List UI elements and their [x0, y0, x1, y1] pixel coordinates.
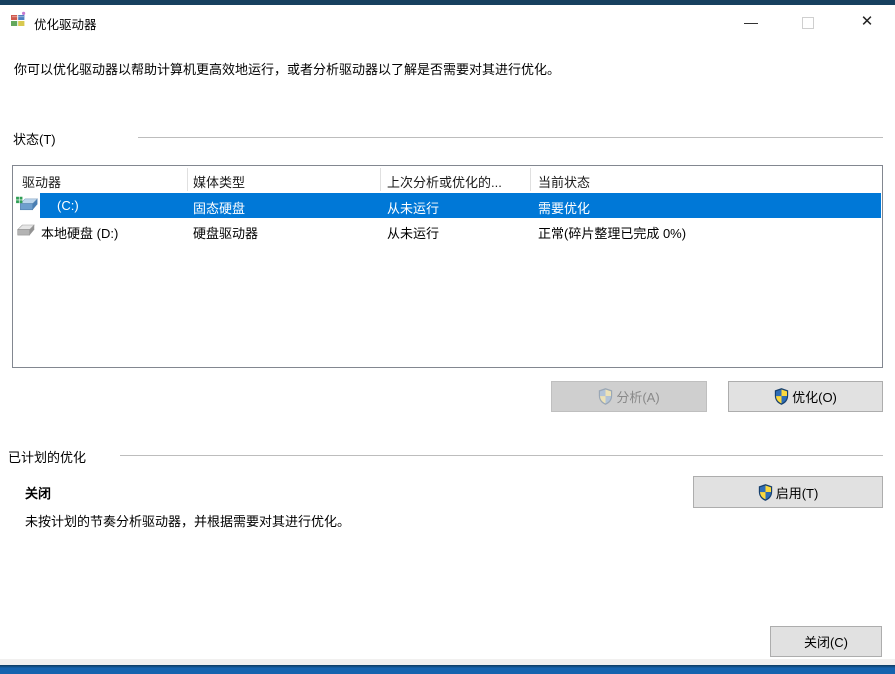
- defrag-app-icon: [11, 11, 26, 26]
- scheduled-section-label: 已计划的优化: [8, 450, 87, 465]
- window-title: 优化驱动器: [34, 18, 97, 32]
- cell-last-run: 从未运行: [387, 226, 440, 241]
- analyze-button-label: 分析(A): [616, 390, 660, 405]
- optimize-drives-dialog: { "titlebar": { "title": "优化驱动器", "minim…: [0, 0, 895, 674]
- uac-shield-icon: [599, 388, 613, 405]
- cell-status: 正常(碎片整理已完成 0%): [538, 226, 687, 241]
- status-section-rule: [138, 137, 883, 138]
- uac-shield-icon: [758, 483, 772, 501]
- cell-media-type: 硬盘驱动器: [193, 226, 259, 241]
- drives-list[interactable]: 驱动器 媒体类型 上次分析或优化的... 当前状态 (C:) 固态硬盘 从未运行…: [12, 165, 883, 368]
- background-window-bottom-edge: [0, 665, 895, 674]
- column-header-media[interactable]: 媒体类型: [193, 172, 245, 191]
- titlebar: 优化驱动器 — ✕: [0, 5, 895, 41]
- scheduled-section-rule: [120, 455, 883, 456]
- cell-drive: 本地硬盘 (D:): [41, 226, 119, 241]
- cell-last-run: 从未运行: [387, 201, 440, 216]
- close-icon[interactable]: ✕: [852, 5, 882, 39]
- analyze-button: 分析(A): [551, 381, 707, 412]
- windows-system-drive-icon: [16, 196, 39, 211]
- optimize-button[interactable]: 优化(O): [728, 381, 883, 412]
- column-header-last-run[interactable]: 上次分析或优化的...: [387, 172, 502, 191]
- table-row-drive-d[interactable]: 本地硬盘 (D:) 硬盘驱动器 从未运行 正常(碎片整理已完成 0%): [13, 218, 882, 243]
- close-button[interactable]: 关闭(C): [770, 626, 882, 657]
- optimize-button-label: 优化(O): [792, 390, 837, 405]
- cell-status: 需要优化: [538, 201, 591, 216]
- schedule-description: 未按计划的节奏分析驱动器，并根据需要对其进行优化。: [25, 514, 351, 529]
- status-section-label: 状态(T): [13, 132, 56, 147]
- schedule-state: 关闭: [25, 486, 52, 501]
- selection-highlight: [40, 193, 881, 218]
- cell-drive: (C:): [57, 198, 79, 213]
- column-header-drive[interactable]: 驱动器: [22, 172, 61, 191]
- enable-button[interactable]: 启用(T): [693, 476, 883, 508]
- table-row-drive-c[interactable]: (C:) 固态硬盘 从未运行 需要优化: [13, 193, 882, 218]
- uac-shield-icon: [774, 388, 789, 405]
- hard-drive-icon: [17, 224, 35, 236]
- maximize-icon: [793, 5, 823, 39]
- column-header-status[interactable]: 当前状态: [538, 172, 590, 191]
- close-button-label: 关闭(C): [803, 635, 849, 650]
- drives-list-header: 驱动器 媒体类型 上次分析或优化的... 当前状态: [13, 166, 882, 193]
- enable-button-label: 启用(T): [775, 485, 819, 501]
- dialog-description: 你可以优化驱动器以帮助计算机更高效地运行，或者分析驱动器以了解是否需要对其进行优…: [14, 62, 561, 77]
- minimize-icon[interactable]: —: [736, 5, 766, 39]
- cell-media-type: 固态硬盘: [193, 201, 246, 216]
